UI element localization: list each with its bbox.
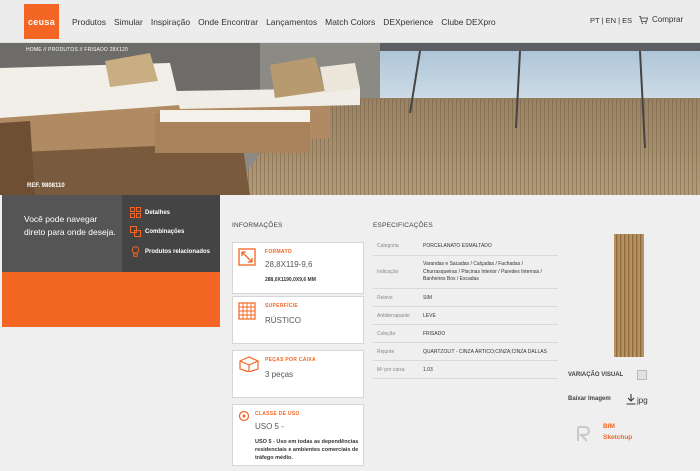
spec-row: Antiderrapante LEVE: [373, 307, 558, 325]
spec-row: Rejunte QUARTZOLIT - CINZA ÁRTICO;CINZA;…: [373, 343, 558, 361]
info-title: INFORMAÇÕES: [232, 222, 283, 229]
spec-key: Antiderrapante: [377, 313, 410, 319]
variation-icon[interactable]: [637, 370, 647, 380]
download-image-label[interactable]: Baixar Imagem: [568, 396, 611, 402]
card-value: RÚSTICO: [265, 316, 301, 325]
bim-link[interactable]: BIM: [603, 421, 632, 432]
card-value: 28,8X119-9,6: [265, 260, 313, 269]
cart-icon: [639, 15, 648, 24]
bim-links[interactable]: BIM Sketchup: [603, 421, 632, 443]
revit-logo-icon: [577, 426, 590, 442]
spec-key: Categoria: [377, 243, 399, 249]
specs-title: ESPECIFICAÇÕES: [373, 222, 433, 229]
nav-item-dexperience[interactable]: DEXperience: [383, 17, 433, 27]
spec-value: FRISADO: [423, 331, 446, 337]
card-value: USO 5 -: [255, 422, 284, 431]
spec-key: Rejunte: [377, 349, 395, 355]
spec-key: Coleção: [377, 331, 396, 337]
cart-label: Comprar: [652, 15, 684, 24]
spec-key: Relevo: [377, 295, 393, 301]
nav-item-lancamentos[interactable]: Lançamentos: [266, 17, 317, 27]
spec-row: Categoria PORCELANATO ESMALTADO: [373, 238, 558, 256]
product-tile-image[interactable]: [614, 234, 644, 357]
spec-row: Indicação Varandas e Sacadas / Calçadas …: [373, 256, 558, 289]
spec-key: Indicação: [377, 269, 399, 275]
download-format[interactable]: jpg: [637, 396, 648, 405]
main-nav: Produtos Simular Inspiração Onde Encontr…: [72, 0, 504, 43]
card-value: 3 peças: [265, 370, 294, 379]
quick-nav-box: Você pode navegar direto para onde desej…: [2, 195, 220, 327]
surface-icon: [238, 302, 256, 320]
language-switcher[interactable]: PT | EN | ES: [590, 16, 632, 25]
spec-row: Relevo SIM: [373, 289, 558, 307]
card-label: CLASSE DE USO: [255, 411, 300, 417]
nav-item-produtos[interactable]: Produtos: [72, 17, 106, 27]
ceusa-logo[interactable]: ceusa: [24, 4, 59, 39]
breadcrumb[interactable]: HOME // PRODUTOS // FRISADO 28X120: [26, 47, 128, 53]
download-icon[interactable]: [626, 394, 636, 405]
format-icon: [238, 248, 256, 266]
nav-item-clube-dexpro[interactable]: Clube DEXpro: [441, 17, 495, 27]
spec-value: PORCELANATO ESMALTADO: [423, 243, 492, 249]
spec-key: M² por caixa: [377, 367, 405, 373]
card-label: FORMATO: [265, 249, 292, 255]
nav-item-onde-encontrar[interactable]: Onde Encontrar: [198, 17, 258, 27]
nav-item-simular[interactable]: Simular: [114, 17, 143, 27]
quick-link-label: Produtos relacionados: [145, 248, 211, 255]
spec-value: 1.03: [423, 367, 433, 373]
site-header: ceusa Produtos Simular Inspiração Onde E…: [0, 0, 700, 43]
card-subvalue: 288,0X1190,0X9,6 MM: [265, 277, 316, 283]
info-card-formato: FORMATO 28,8X119-9,6 288,0X1190,0X9,6 MM: [232, 242, 364, 294]
spec-value: QUARTZOLIT - CINZA ÁRTICO;CINZA;CINZA DA…: [423, 349, 547, 355]
grid-icon: [130, 207, 141, 218]
spec-value: SIM: [423, 295, 432, 301]
quick-link-produtos-relacionados[interactable]: Produtos relacionados: [130, 246, 210, 257]
quick-nav-links: Detalhes Combinações Produtos relacionad…: [122, 195, 220, 272]
lightbulb-icon: [131, 246, 140, 257]
quick-link-label: Combinações: [145, 228, 185, 235]
visual-variation-label: VARIAÇÃO VISUAL: [568, 372, 624, 378]
product-code: REF. 9808110: [27, 183, 65, 189]
info-card-classe-uso: CLASSE DE USO USO 5 - USO 5 - Uso em tod…: [232, 404, 364, 466]
card-label: PEÇAS POR CAIXA: [265, 357, 316, 363]
nav-item-match-colors[interactable]: Match Colors: [325, 17, 375, 27]
card-description: USO 5 - Uso em todas as dependências res…: [255, 439, 359, 461]
quick-link-combinacoes[interactable]: Combinações: [130, 226, 184, 237]
card-label: SUPERFÍCIE: [265, 303, 299, 309]
info-card-pecas: PEÇAS POR CAIXA 3 peças: [232, 350, 364, 398]
cart-button[interactable]: Comprar: [639, 15, 683, 24]
sketchup-link[interactable]: Sketchup: [603, 432, 632, 443]
quick-nav-text: Você pode navegar direto para onde desej…: [24, 214, 116, 237]
spec-value: LEVE: [423, 313, 436, 319]
combine-icon: [130, 226, 141, 237]
nav-item-inspiracao[interactable]: Inspiração: [151, 17, 190, 27]
usage-icon: [238, 410, 250, 422]
spec-value: Varandas e Sacadas / Calçadas / Fachadas…: [423, 261, 542, 282]
info-card-superficie: SUPERFÍCIE RÚSTICO: [232, 296, 364, 344]
spec-row: M² por caixa 1.03: [373, 361, 558, 379]
spec-row: Coleção FRISADO: [373, 325, 558, 343]
box-icon: [239, 356, 259, 372]
hero-scene: [0, 43, 700, 195]
hero-image: HOME // PRODUTOS // FRISADO 28X120 REF. …: [0, 43, 700, 195]
quick-link-label: Detalhes: [145, 209, 171, 216]
quick-link-detalhes[interactable]: Detalhes: [130, 207, 170, 218]
orange-panel: [2, 272, 220, 327]
